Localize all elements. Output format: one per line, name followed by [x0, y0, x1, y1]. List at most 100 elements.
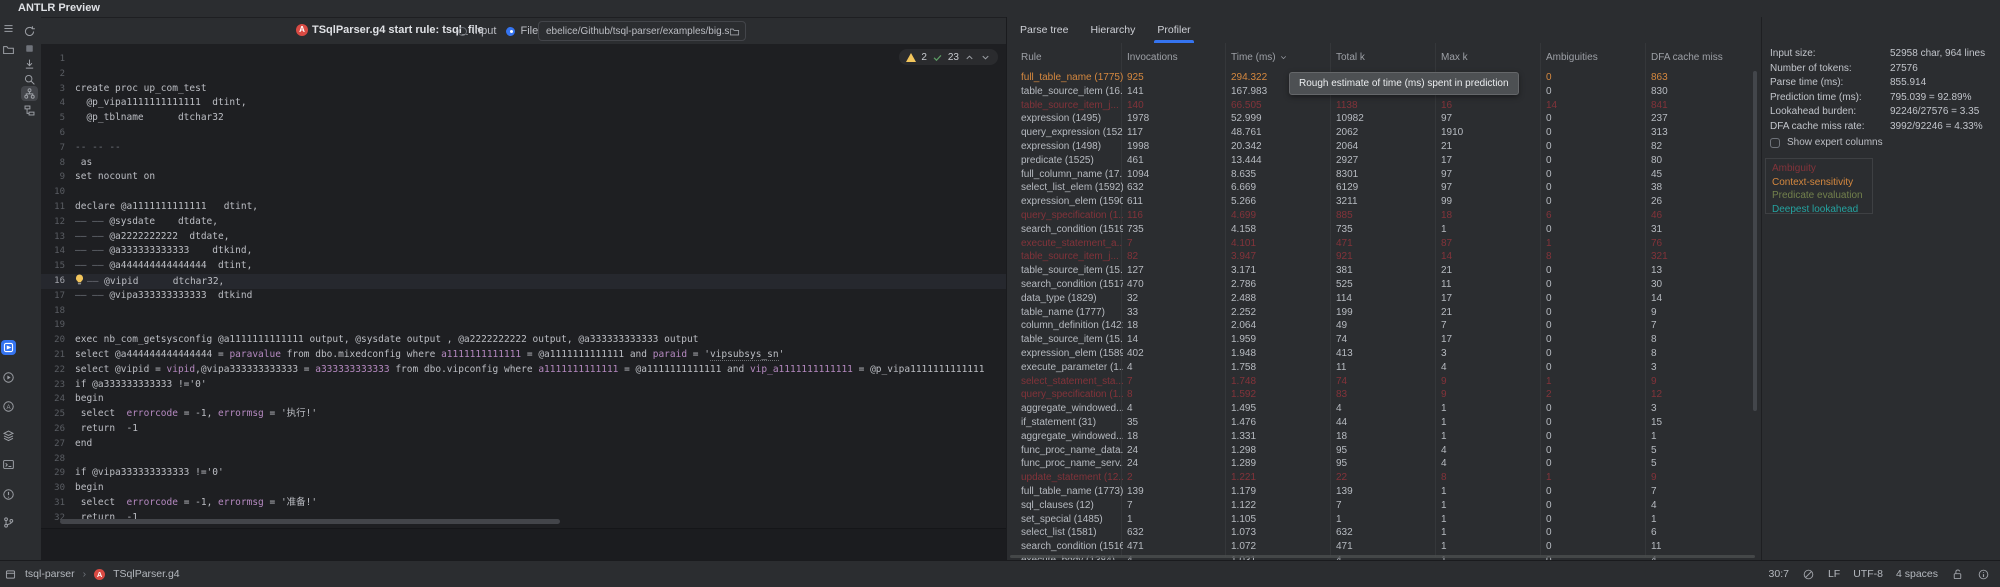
radio-button-input[interactable] — [458, 27, 467, 36]
editor-line[interactable]: 2 — [41, 67, 1006, 82]
column-header-time[interactable]: Time (ms) — [1231, 43, 1288, 71]
table-row[interactable]: select_statement_sta...71.74874919 — [1007, 375, 1759, 389]
table-row[interactable]: func_proc_name_data...241.29895405 — [1007, 444, 1759, 458]
folder-icon[interactable] — [1, 42, 16, 57]
table-row[interactable]: set_special (1485)11.1051101 — [1007, 513, 1759, 527]
preview-icon[interactable] — [1, 340, 16, 355]
editor-line[interactable]: 5 @p_tblname dtchar32 — [41, 111, 1006, 126]
table-row[interactable]: table_source_item_j...14066.505113816148… — [1007, 99, 1759, 113]
tab-parse-tree[interactable]: Parse tree — [1020, 17, 1068, 43]
inspection-widget[interactable]: 2 23 — [899, 49, 998, 65]
radio-file[interactable]: File — [506, 25, 538, 37]
table-row[interactable]: search_condition (1516)4711.0724711011 — [1007, 540, 1759, 554]
editor-line[interactable]: 21select @a444444444444444 = paravalue f… — [41, 348, 1006, 363]
column-header-amb[interactable]: Ambiguities — [1546, 43, 1598, 71]
table-row[interactable]: data_type (1829)322.48811417014 — [1007, 292, 1759, 306]
structure-icon[interactable] — [21, 103, 38, 118]
column-header-rule[interactable]: Rule — [1021, 43, 1042, 71]
slash-circle-icon[interactable] — [1802, 568, 1815, 581]
refresh-icon[interactable] — [21, 24, 38, 39]
table-row[interactable]: table_source_item (15...141.959741708 — [1007, 333, 1759, 347]
editor-horizontal-scrollbar[interactable] — [60, 519, 560, 524]
table-row[interactable]: table_name (1777)332.2521992109 — [1007, 306, 1759, 320]
column-header-dfa[interactable]: DFA cache miss — [1651, 43, 1723, 71]
status-30-7[interactable]: 30:7 — [1769, 568, 1789, 580]
editor-line[interactable]: 24begin — [41, 392, 1006, 407]
table-row[interactable]: search_condition (1517)4702.78652511030 — [1007, 278, 1759, 292]
status-4-spaces[interactable]: 4 spaces — [1896, 568, 1938, 580]
editor-line[interactable]: 16—— @vipid dtchar32, — [41, 274, 1006, 289]
table-row[interactable]: expression (1495)197852.99910982970237 — [1007, 112, 1759, 126]
editor-line[interactable]: 14—— —— @a333333333333 dtkind, — [41, 244, 1006, 259]
editor-line[interactable]: 6 — [41, 126, 1006, 141]
code-editor[interactable]: 123create proc up_com_test4 @p_vipa11111… — [41, 44, 1006, 528]
table-row[interactable]: update_statement (12...21.22122819 — [1007, 471, 1759, 485]
editor-line[interactable]: 11declare @a1111111111111 dtint, — [41, 200, 1006, 215]
terminal-icon[interactable] — [1, 457, 16, 472]
table-horizontal-scrollbar[interactable] — [1010, 555, 1755, 558]
editor-line[interactable]: 27end — [41, 437, 1006, 452]
unlock-icon[interactable] — [1951, 568, 1964, 581]
editor-line[interactable]: 8 as — [41, 156, 1006, 171]
table-row[interactable]: predicate (1525)46113.444292717080 — [1007, 154, 1759, 168]
table-row[interactable]: expression_elem (1589)4021.948413308 — [1007, 347, 1759, 361]
radio-input[interactable]: Input — [458, 25, 496, 37]
table-row[interactable]: sql_clauses (12)71.1227104 — [1007, 499, 1759, 513]
menu-icon[interactable] — [1, 21, 16, 36]
table-row[interactable]: full_column_name (17...10948.63583019704… — [1007, 168, 1759, 182]
editor-line[interactable]: 3create proc up_com_test — [41, 82, 1006, 97]
editor-line[interactable]: 31 select errorcode = -1, errormsg = '准备… — [41, 496, 1006, 511]
antlr-icon[interactable]: A — [1, 399, 16, 414]
editor-line[interactable]: 30begin — [41, 481, 1006, 496]
editor-line[interactable]: 1 — [41, 52, 1006, 67]
editor-line[interactable]: 4 @p_vipa1111111111111 dtint, — [41, 96, 1006, 111]
editor-line[interactable]: 29if @vipa333333333333 !='0' — [41, 466, 1006, 481]
editor-line[interactable]: 9set nocount on — [41, 170, 1006, 185]
file-path-field[interactable]: ebelice/Github/tsql-parser/examples/big.… — [538, 21, 746, 41]
table-row[interactable]: column_definition (1421)182.06449707 — [1007, 319, 1759, 333]
search-icon[interactable] — [21, 72, 38, 87]
table-row[interactable]: aggregate_windowed...181.33118101 — [1007, 430, 1759, 444]
editor-line[interactable]: 13—— —— @a2222222222 dtdate, — [41, 230, 1006, 245]
chevron-down-icon[interactable] — [980, 52, 991, 63]
column-header-total[interactable]: Total k — [1336, 43, 1365, 71]
table-row[interactable]: execute_parameter (1...41.75811403 — [1007, 361, 1759, 375]
info-icon[interactable] — [1977, 568, 1990, 581]
table-row[interactable]: if_statement (31)351.476441015 — [1007, 416, 1759, 430]
table-row[interactable]: table_source_item (15...1273.17138121013 — [1007, 264, 1759, 278]
table-row[interactable]: execute_statement_a...74.10147187176 — [1007, 237, 1759, 251]
editor-line[interactable]: 22select @vipid = vipid,@vipa33333333333… — [41, 363, 1006, 378]
status-utf-8[interactable]: UTF-8 — [1853, 568, 1883, 580]
table-row[interactable]: query_specification (1...1164.6998851864… — [1007, 209, 1759, 223]
table-row[interactable]: query_specification (1...81.592839212 — [1007, 388, 1759, 402]
branch-icon[interactable] — [1, 515, 16, 530]
table-row[interactable]: search_condition (1519)7354.1587351031 — [1007, 223, 1759, 237]
table-row[interactable]: func_proc_name_serv...241.28995405 — [1007, 457, 1759, 471]
editor-line[interactable]: 10 — [41, 185, 1006, 200]
breadcrumb-file[interactable]: TSqlParser.g4 — [113, 568, 180, 580]
layers-icon[interactable] — [1, 428, 16, 443]
table-row[interactable]: full_table_name (1773)1391.179139107 — [1007, 485, 1759, 499]
intention-bulb-icon[interactable] — [75, 274, 87, 290]
column-header-inv[interactable]: Invocations — [1127, 43, 1178, 71]
stop-icon[interactable] — [21, 41, 38, 56]
editor-line[interactable]: 26 return -1 — [41, 422, 1006, 437]
table-row[interactable]: query_expression (1527)11748.76120621910… — [1007, 126, 1759, 140]
expert-columns-checkbox[interactable] — [1770, 138, 1780, 148]
editor-line[interactable]: 19 — [41, 318, 1006, 333]
table-row[interactable]: select_list_elem (1592)6326.669612997038 — [1007, 181, 1759, 195]
tab-profiler[interactable]: Profiler — [1157, 17, 1190, 43]
folder-icon[interactable] — [729, 26, 740, 37]
table-vertical-scrollbar[interactable] — [1753, 71, 1757, 411]
table-row[interactable]: expression (1498)199820.342206421082 — [1007, 140, 1759, 154]
editor-line[interactable]: 12—— —— @sysdate dtdate, — [41, 215, 1006, 230]
table-row[interactable]: select_list (1581)6321.073632106 — [1007, 526, 1759, 540]
table-row[interactable]: expression_elem (1590)6115.266321199026 — [1007, 195, 1759, 209]
chevron-up-icon[interactable] — [964, 52, 975, 63]
status-lf[interactable]: LF — [1828, 568, 1840, 580]
tab-hierarchy[interactable]: Hierarchy — [1090, 17, 1135, 43]
editor-line[interactable]: 17—— —— @vipa333333333333 dtkind — [41, 289, 1006, 304]
editor-line[interactable]: 25 select errorcode = -1, errormsg = '执行… — [41, 407, 1006, 422]
problems-icon[interactable] — [1, 487, 16, 502]
profiler-icon[interactable] — [21, 86, 38, 101]
